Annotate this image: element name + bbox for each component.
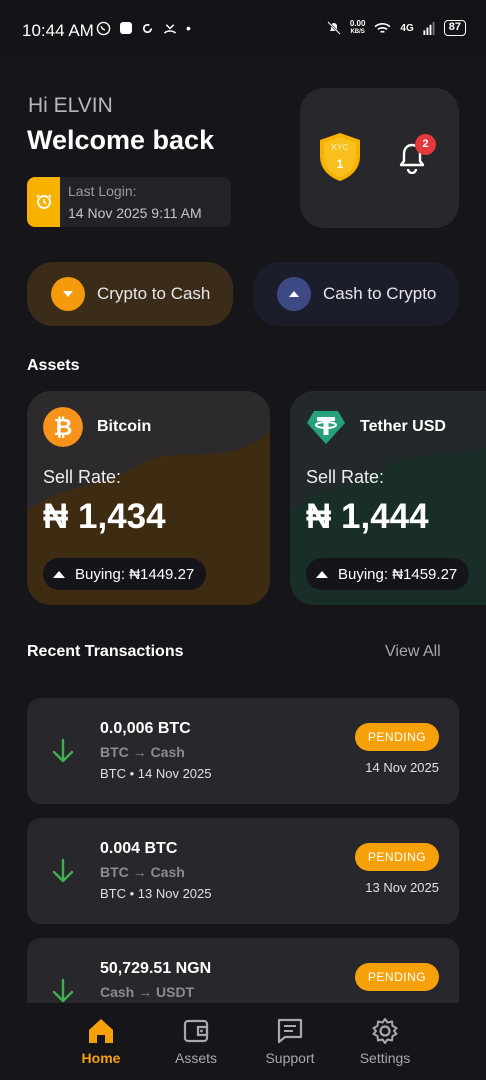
last-login-label: Last Login:	[68, 183, 137, 199]
transaction-pair: Cash → USDT	[100, 984, 195, 1000]
sell-rate-value: ₦ 1,444	[306, 497, 429, 536]
up-arrow-icon	[53, 570, 65, 578]
buying-rate: Buying: ₦1459.27	[338, 565, 458, 583]
crypto-to-cash-label: Crypto to Cash	[97, 284, 211, 303]
transaction-pair: BTC → Cash	[100, 864, 185, 880]
sell-rate-label: Sell Rate:	[43, 467, 122, 487]
transaction-date: 13 Nov 2025	[365, 880, 439, 895]
last-login-value: 14 Nov 2025 9:11 AM	[68, 205, 202, 221]
buying-rate-chip: Buying: ₦1449.27	[43, 558, 207, 590]
buying-rate-chip: Buying: ₦1459.27	[306, 558, 470, 590]
transaction-row[interactable]: 0.004 BTC BTC → Cash BTC • 13 Nov 2025 P…	[27, 818, 459, 924]
transaction-pair: BTC → Cash	[100, 744, 185, 760]
status-badge: PENDING	[355, 963, 439, 991]
whatsapp-icon	[96, 21, 111, 35]
greeting: Hi ELVIN	[28, 94, 113, 117]
transaction-amount: 0.0,006 BTC	[100, 720, 191, 737]
page-title: Welcome back	[27, 125, 215, 155]
kyc-label: KYC	[331, 143, 349, 152]
svg-text:₿: ₿	[54, 414, 73, 440]
nav-assets[interactable]: Assets	[151, 1016, 241, 1066]
crypto-to-cash-icon	[51, 277, 85, 311]
nav-label: Settings	[359, 1050, 411, 1066]
transaction-row[interactable]: 0.0,006 BTC BTC → Cash BTC • 14 Nov 2025…	[27, 698, 459, 804]
nav-label: Home	[81, 1050, 121, 1066]
nav-label: Support	[265, 1050, 315, 1066]
clock-icon	[36, 194, 52, 209]
network-type: 4G	[400, 22, 414, 34]
arrow-down-icon	[52, 858, 74, 883]
arrow-down-icon	[52, 978, 74, 1003]
status-badge: PENDING	[355, 843, 439, 871]
transaction-meta: BTC • 14 Nov 2025	[100, 766, 212, 781]
wifi-icon	[374, 22, 391, 33]
signal-icon	[423, 21, 435, 35]
cash-to-crypto-label: Cash to Crypto	[323, 284, 437, 303]
status-time: 10:44 AM	[22, 21, 94, 40]
status-badge: PENDING	[355, 723, 439, 751]
sell-rate-value: ₦ 1,434	[43, 497, 166, 536]
transaction-amount: 50,729.51 NGN	[100, 960, 212, 977]
kyc-level: 1	[336, 157, 344, 171]
tether-icon	[307, 411, 345, 444]
assets-section-title: Assets	[27, 357, 80, 374]
transaction-date: 14 Nov 2025	[365, 760, 439, 775]
crypto-to-cash-button[interactable]: Crypto to Cash	[27, 262, 233, 326]
cash-to-crypto-icon	[277, 277, 311, 311]
sell-rate-label: Sell Rate:	[306, 467, 385, 487]
status-bar: 10:44 AM • 0.00 KB/S 4G 87	[0, 0, 486, 56]
more-dot-icon: •	[186, 20, 191, 36]
last-login-stripe	[27, 177, 60, 227]
asset-card-bitcoin[interactable]: ₿ Bitcoin Sell Rate: ₦ 1,434 Buying: ₦14…	[27, 391, 270, 605]
asset-card-tether[interactable]: Tether USD Sell Rate: ₦ 1,444 Buying: ₦1…	[290, 391, 486, 605]
chat-icon	[277, 1018, 303, 1044]
notification-badge: 2	[415, 134, 436, 155]
asset-name: Tether USD	[360, 418, 446, 435]
buying-rate: Buying: ₦1449.27	[75, 565, 195, 583]
nav-settings[interactable]: Settings	[340, 1016, 430, 1066]
last-login-panel: Last Login: 14 Nov 2025 9:11 AM	[27, 177, 231, 227]
nav-label: Assets	[174, 1050, 217, 1066]
battery-indicator: 87	[443, 20, 466, 36]
system-icons: 0.00 KB/S 4G 87	[327, 20, 466, 36]
recent-transactions-title: Recent Transactions	[27, 643, 184, 660]
wallet-icon	[183, 1019, 209, 1043]
call-missed-icon	[163, 23, 177, 34]
transaction-meta: BTC • 13 Nov 2025	[100, 886, 212, 901]
app-icon	[120, 22, 132, 34]
asset-name: Bitcoin	[97, 418, 152, 435]
up-arrow-icon	[316, 570, 328, 578]
notification-icons: •	[96, 20, 191, 36]
bitcoin-icon: ₿	[43, 407, 83, 447]
home-icon	[89, 1019, 113, 1043]
transaction-amount: 0.004 BTC	[100, 840, 178, 857]
data-rate: 0.00 KB/S	[349, 19, 366, 36]
arrow-down-icon	[52, 738, 74, 763]
mute-bell-icon	[327, 21, 341, 35]
nav-support[interactable]: Support	[245, 1016, 335, 1066]
sync-icon	[142, 23, 153, 33]
view-all-link[interactable]: View All	[385, 643, 441, 661]
nav-home[interactable]: Home	[56, 1016, 146, 1066]
cash-to-crypto-button[interactable]: Cash to Crypto	[253, 262, 459, 326]
gear-icon	[372, 1018, 398, 1044]
